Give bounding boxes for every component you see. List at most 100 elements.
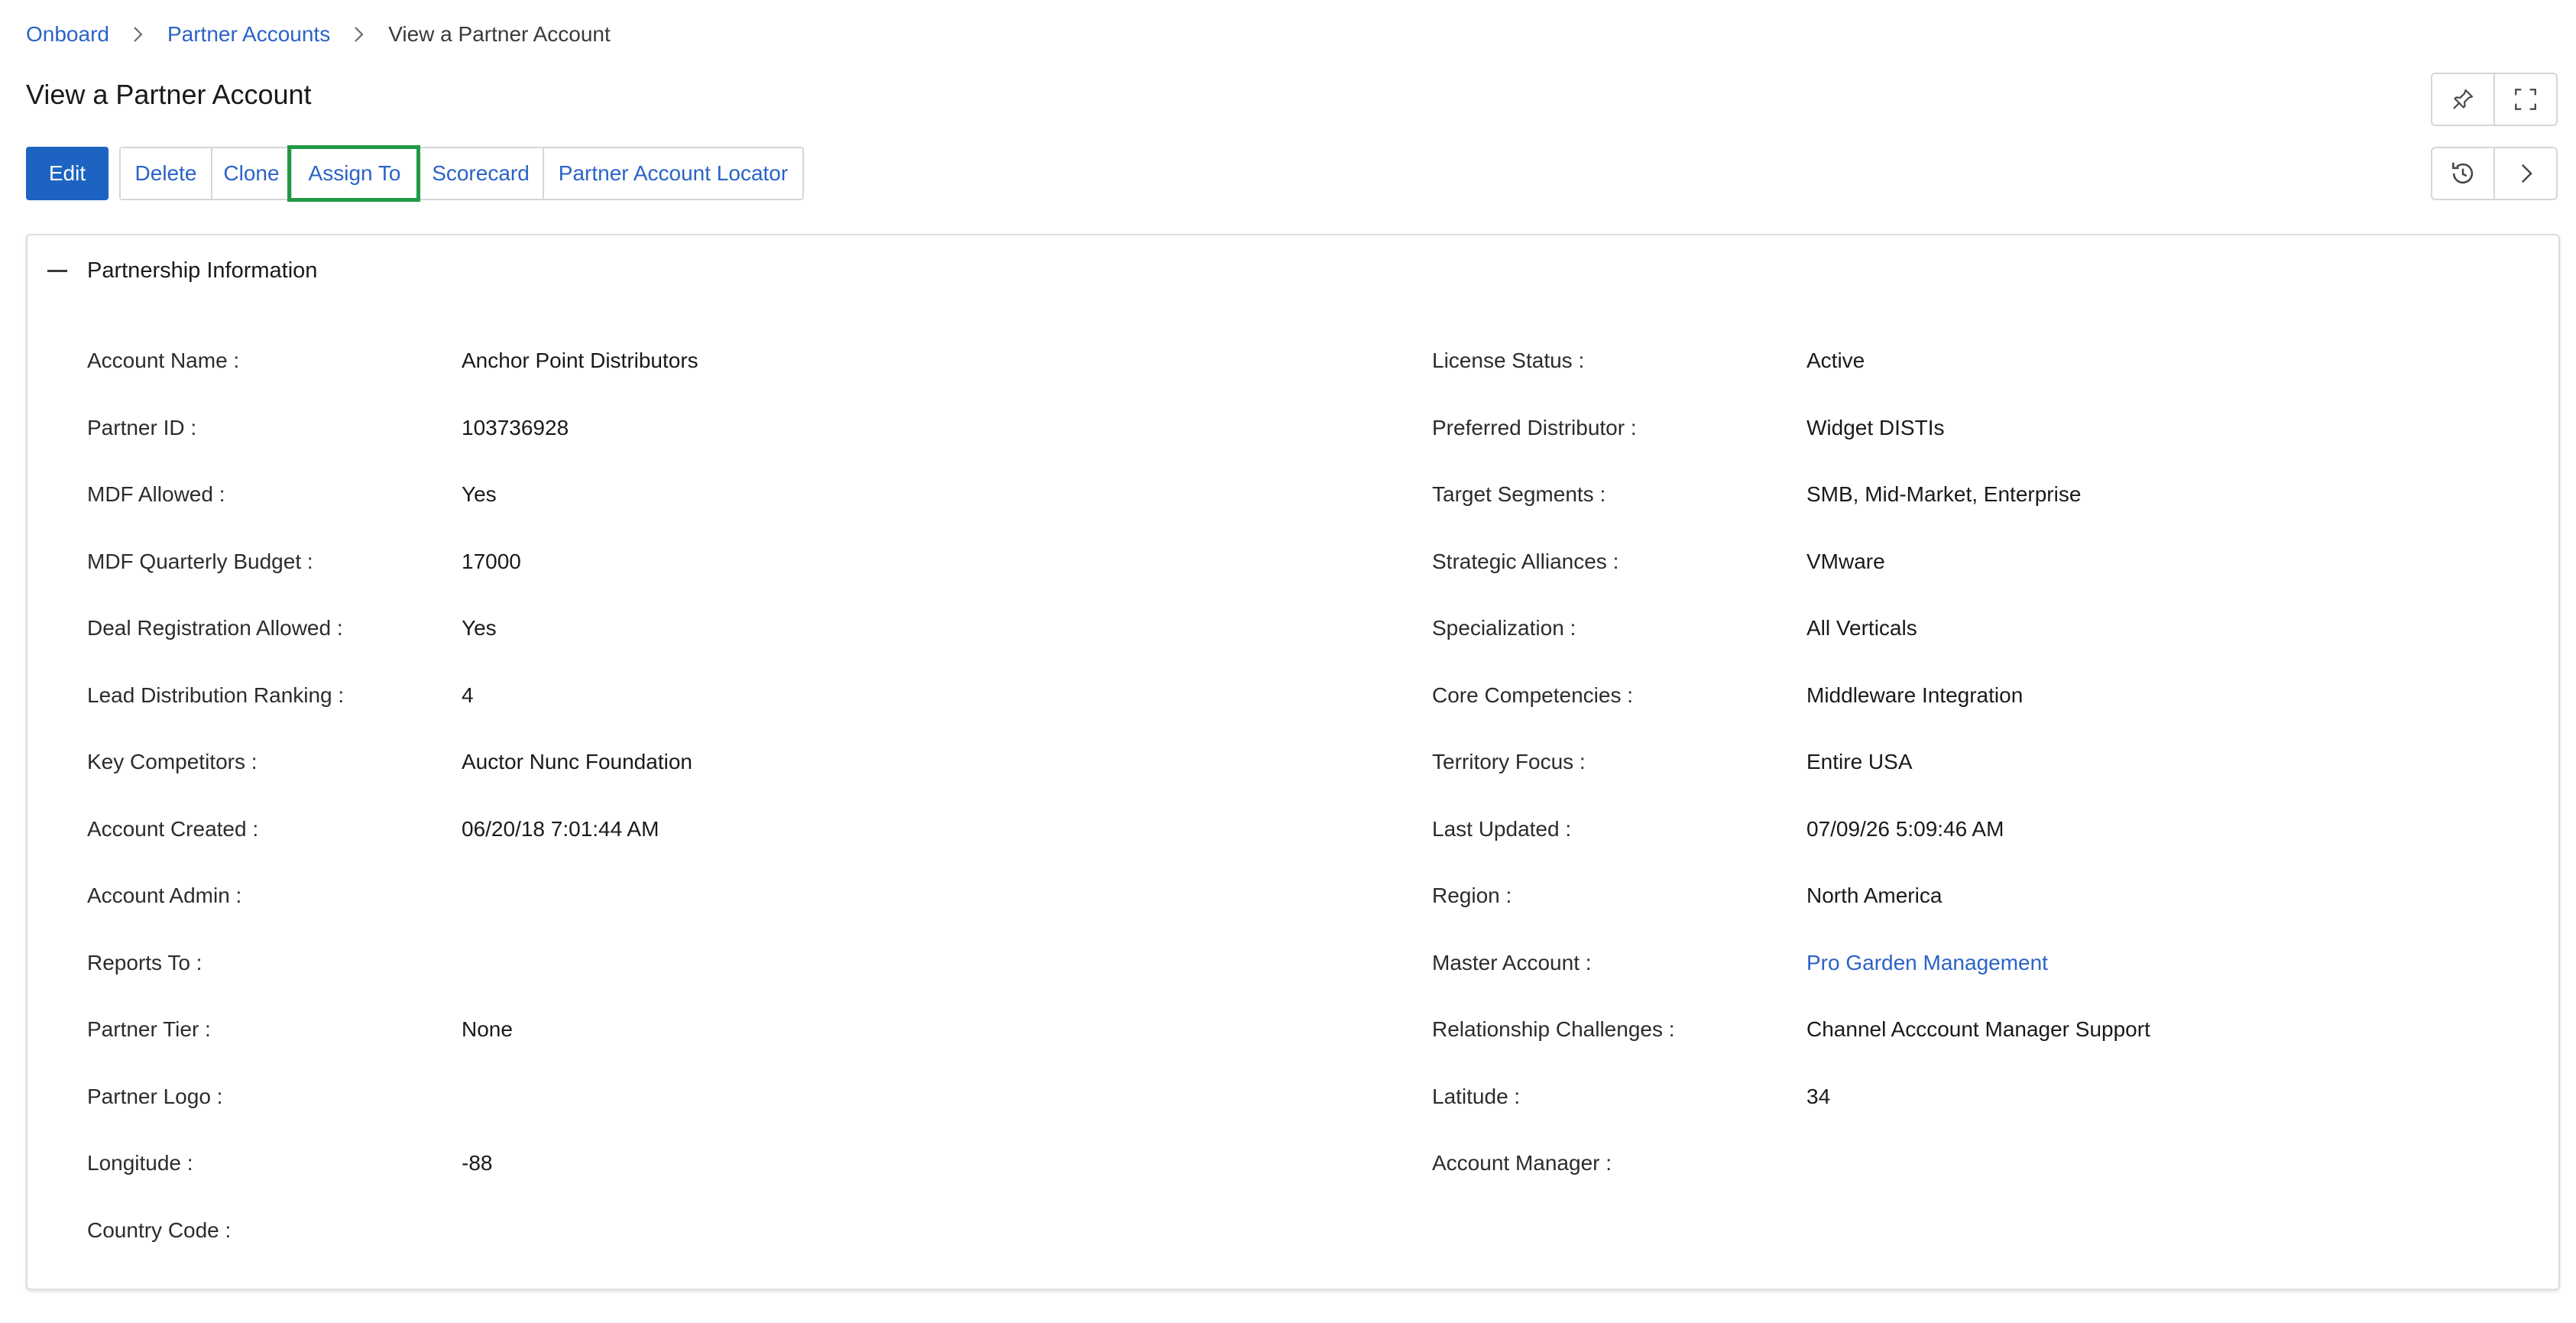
field-label: Account Manager : <box>1432 1151 1612 1175</box>
field-label: Preferred Distributor : <box>1432 415 1637 439</box>
field-value: Auctor Nunc Foundation <box>462 750 692 773</box>
field-row: Region : North America <box>1432 880 1942 911</box>
field-value: Entire USA <box>1806 750 1913 773</box>
field-value: North America <box>1806 884 1943 907</box>
chevron-right-icon <box>2521 164 2532 183</box>
record-nav-group <box>2431 147 2558 200</box>
field-value: Anchor Point Distributors <box>462 349 698 372</box>
scorecard-button[interactable]: Scorecard <box>417 148 543 199</box>
clone-button[interactable]: Clone <box>211 148 290 199</box>
page-title: View a Partner Account <box>26 79 312 110</box>
field-value: SMB, Mid-Market, Enterprise <box>1806 482 2082 506</box>
field-row: Core Competencies : Middleware Integratio… <box>1432 680 2023 711</box>
breadcrumb-partner-accounts-link[interactable]: Partner Accounts <box>167 22 330 47</box>
field-label: Longitude : <box>87 1151 193 1175</box>
field-value: Active <box>1806 349 1865 372</box>
chevron-right-icon <box>355 27 364 42</box>
field-row: Territory Focus : Entire USA <box>1432 747 1913 777</box>
field-label: MDF Quarterly Budget : <box>87 549 313 573</box>
field-label: Account Created : <box>87 816 259 841</box>
field-row: MDF Quarterly Budget : 17000 <box>87 546 521 577</box>
field-value: VMware <box>1806 549 1885 573</box>
field-row: Account Name : Anchor Point Distributors <box>87 345 698 376</box>
action-button-group: Delete Clone Assign To Scorecard Partner… <box>119 145 804 202</box>
field-value: Middleware Integration <box>1806 683 2024 707</box>
field-label: Target Segments : <box>1432 482 1606 506</box>
field-value: 06/20/18 7:01:44 AM <box>462 816 659 841</box>
history-icon <box>2452 162 2474 184</box>
field-row: Longitude : -88 <box>87 1148 492 1179</box>
field-value: 103736928 <box>462 415 569 439</box>
field-row: Account Admin : <box>87 880 241 911</box>
master-account-link[interactable]: Pro Garden Management <box>1806 948 2048 978</box>
partnership-information-panel: Partnership Information Account Name : An… <box>26 234 2560 1290</box>
field-row: License Status : Active <box>1432 345 1865 376</box>
field-label: Key Competitors : <box>87 750 258 773</box>
field-value: 4 <box>462 683 474 707</box>
field-value: Yes <box>462 482 497 506</box>
field-value: Channel Acccount Manager Support <box>1806 1017 2150 1041</box>
pin-icon <box>2453 89 2474 109</box>
breadcrumb-current: View a Partner Account <box>388 22 611 46</box>
field-value: All Verticals <box>1806 616 1917 640</box>
field-row: Target Segments : SMB, Mid-Market, Enterp… <box>1432 479 2081 510</box>
partner-account-locator-button[interactable]: Partner Account Locator <box>543 148 802 199</box>
delete-button[interactable]: Delete <box>121 148 211 199</box>
field-label: Core Competencies : <box>1432 683 1634 707</box>
breadcrumb-onboard-link[interactable]: Onboard <box>26 22 109 47</box>
field-value: 34 <box>1806 1084 1831 1108</box>
field-row: Partner ID : 103736928 <box>87 413 569 443</box>
field-label: Deal Registration Allowed : <box>87 616 343 640</box>
field-label: Master Account : <box>1432 950 1592 974</box>
field-label: Partner Logo : <box>87 1084 223 1108</box>
next-record-button[interactable] <box>2493 148 2556 199</box>
field-row: Last Updated : 07/09/26 5:09:46 AM <box>1432 814 2004 845</box>
action-toolbar: Edit Delete Clone Assign To Scorecard Pa… <box>26 145 804 202</box>
field-row: Partner Logo : <box>87 1081 222 1112</box>
field-row: Country Code : <box>87 1215 231 1246</box>
field-row: Latitude : 34 <box>1432 1081 1830 1112</box>
field-label: Account Name : <box>87 349 240 372</box>
field-label: Account Admin : <box>87 884 242 907</box>
field-label: Country Code : <box>87 1218 232 1242</box>
field-value: Yes <box>462 616 497 640</box>
field-row: Deal Registration Allowed : Yes <box>87 613 497 644</box>
field-row: Master Account : Pro Garden Management <box>1432 948 2048 978</box>
fields-grid: Account Name : Anchor Point Distributors P… <box>28 235 2558 1289</box>
chevron-right-icon <box>134 27 143 42</box>
field-label: Last Updated : <box>1432 816 1572 841</box>
field-row: Account Manager : <box>1432 1148 1612 1179</box>
field-row: Account Created : 06/20/18 7:01:44 AM <box>87 814 659 845</box>
view-options-group <box>2431 73 2558 126</box>
pin-button[interactable] <box>2432 74 2493 125</box>
field-label: Lead Distribution Ranking : <box>87 683 345 707</box>
fullscreen-button[interactable] <box>2493 74 2556 125</box>
assign-to-button[interactable]: Assign To <box>287 145 420 202</box>
field-label: Territory Focus : <box>1432 750 1586 773</box>
field-value: 07/09/26 5:09:46 AM <box>1806 816 2004 841</box>
breadcrumb: Onboard Partner Accounts View a Partner … <box>26 20 611 49</box>
field-row: Relationship Challenges : Channel Acccoun… <box>1432 1014 2150 1045</box>
field-value: None <box>462 1017 513 1041</box>
field-row: Lead Distribution Ranking : 4 <box>87 680 474 711</box>
field-row: MDF Allowed : Yes <box>87 479 497 510</box>
fullscreen-icon <box>2515 89 2536 110</box>
field-row: Reports To : <box>87 948 202 978</box>
field-label: Specialization : <box>1432 616 1576 640</box>
edit-button[interactable]: Edit <box>26 147 109 200</box>
field-label: Strategic Alliances : <box>1432 549 1619 573</box>
field-label: Region : <box>1432 884 1512 907</box>
page: Onboard Partner Accounts View a Partner … <box>0 0 2576 1323</box>
field-label: License Status : <box>1432 349 1585 372</box>
field-label: Reports To : <box>87 950 203 974</box>
field-label: Relationship Challenges : <box>1432 1017 1675 1041</box>
field-row: Strategic Alliances : VMware <box>1432 546 1885 577</box>
field-row: Key Competitors : Auctor Nunc Foundation <box>87 747 692 777</box>
field-label: Partner Tier : <box>87 1017 211 1041</box>
field-row: Partner Tier : None <box>87 1014 513 1045</box>
field-label: Partner ID : <box>87 415 197 439</box>
history-button[interactable] <box>2432 148 2493 199</box>
field-row: Preferred Distributor : Widget DISTIs <box>1432 413 1944 443</box>
field-value: Widget DISTIs <box>1806 415 1945 439</box>
field-value: -88 <box>462 1151 493 1175</box>
